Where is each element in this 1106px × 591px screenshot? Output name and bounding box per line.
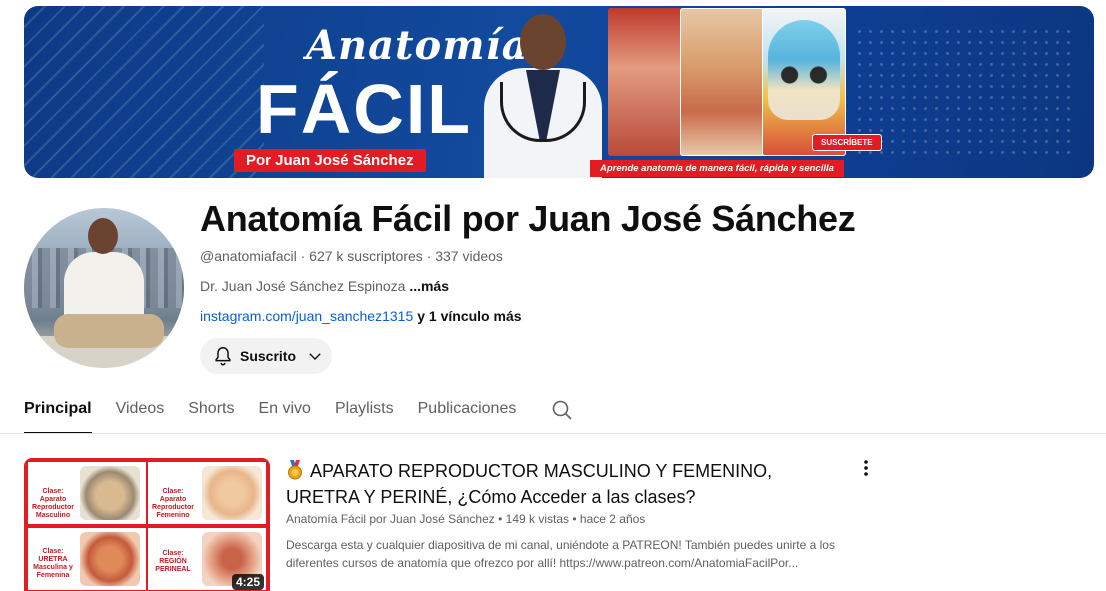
medal-icon: [288, 460, 302, 480]
video-age: hace 2 años: [579, 512, 646, 526]
more-vert-icon[interactable]: [856, 458, 876, 478]
banner-muscle-plate: [608, 8, 690, 156]
subscriber-count: 627 k suscriptores: [309, 248, 423, 264]
subscribed-button[interactable]: Suscrito: [200, 338, 332, 374]
channel-avatar[interactable]: [24, 208, 184, 368]
banner-organs-plate: [680, 8, 766, 156]
featured-video-title-text: APARATO REPRODUCTOR MASCULINO Y FEMENINO…: [286, 461, 773, 507]
channel-meta: @anatomiafacil · 627 k suscriptores · 33…: [200, 248, 503, 264]
channel-links: instagram.com/juan_sanchez1315 y 1 víncul…: [200, 308, 522, 324]
banner-stripes: [24, 6, 264, 178]
video-channel-name[interactable]: Anatomía Fácil por Juan José Sánchez: [286, 512, 495, 526]
tab-principal[interactable]: Principal: [24, 392, 92, 434]
video-count: 337 videos: [435, 248, 503, 264]
tab-shorts[interactable]: Shorts: [188, 392, 234, 434]
tab-en-vivo[interactable]: En vivo: [258, 392, 310, 434]
banner-subscribe-badge: SUSCRÍBETE: [812, 134, 882, 151]
description-text: Dr. Juan José Sánchez Espinoza: [200, 278, 410, 294]
channel-name: Anatomía Fácil por Juan José Sánchez: [200, 198, 856, 239]
thumb-label-2: Clase: Aparato Reproductor Femenino: [152, 488, 194, 519]
channel-banner: Anatomía FÁCIL Por Juan José Sánchez SUS…: [24, 6, 1094, 178]
banner-big-title: FÁCIL: [256, 70, 473, 148]
video-duration: 4:25: [231, 574, 264, 590]
tabs-divider: [0, 433, 1106, 434]
instagram-link[interactable]: instagram.com/juan_sanchez1315: [200, 308, 413, 324]
featured-video-description[interactable]: Descarga esta y cualquier diapositiva de…: [286, 536, 846, 572]
banner-skull-image: [768, 20, 840, 120]
search-icon[interactable]: [550, 398, 574, 422]
tab-playlists[interactable]: Playlists: [335, 392, 394, 434]
banner-dots: [854, 26, 1074, 156]
channel-description[interactable]: Dr. Juan José Sánchez Espinoza ...más: [200, 278, 449, 294]
banner-slogan: Aprende anatomía de manera fácil, rápida…: [590, 160, 844, 177]
thumb-label-4: Clase: REGIÓN PERINEAL: [155, 550, 191, 573]
thumb-image-3: [80, 532, 140, 586]
channel-tabs: Principal Videos Shorts En vivo Playlist…: [24, 392, 574, 434]
thumb-label-1: Clase: Aparato Reproductor Masculino: [32, 488, 74, 519]
featured-video-title[interactable]: APARATO REPRODUCTOR MASCULINO Y FEMENINO…: [286, 458, 842, 510]
tab-videos[interactable]: Videos: [116, 392, 165, 434]
thumb-label-3: Clase: URETRA Masculina y Femenina: [33, 548, 73, 579]
banner-byline: Por Juan José Sánchez: [234, 149, 426, 172]
thumb-image-1: [80, 466, 140, 520]
tab-publicaciones[interactable]: Publicaciones: [418, 392, 517, 434]
subscribed-label: Suscrito: [240, 348, 297, 364]
chevron-down-icon: [309, 353, 321, 360]
bell-icon: [215, 347, 231, 366]
video-views: 149 k vistas: [505, 512, 570, 526]
channel-handle: @anatomiafacil: [200, 248, 297, 264]
featured-video-meta: Anatomía Fácil por Juan José Sánchez • 1…: [286, 512, 646, 526]
more-link[interactable]: ...más: [409, 278, 449, 294]
thumb-image-2: [202, 466, 262, 520]
more-links-button[interactable]: y 1 vínculo más: [417, 308, 521, 324]
featured-video-thumbnail[interactable]: Clase: Aparato Reproductor Masculino Cla…: [24, 458, 270, 591]
banner-doctor-photo: [478, 12, 608, 178]
